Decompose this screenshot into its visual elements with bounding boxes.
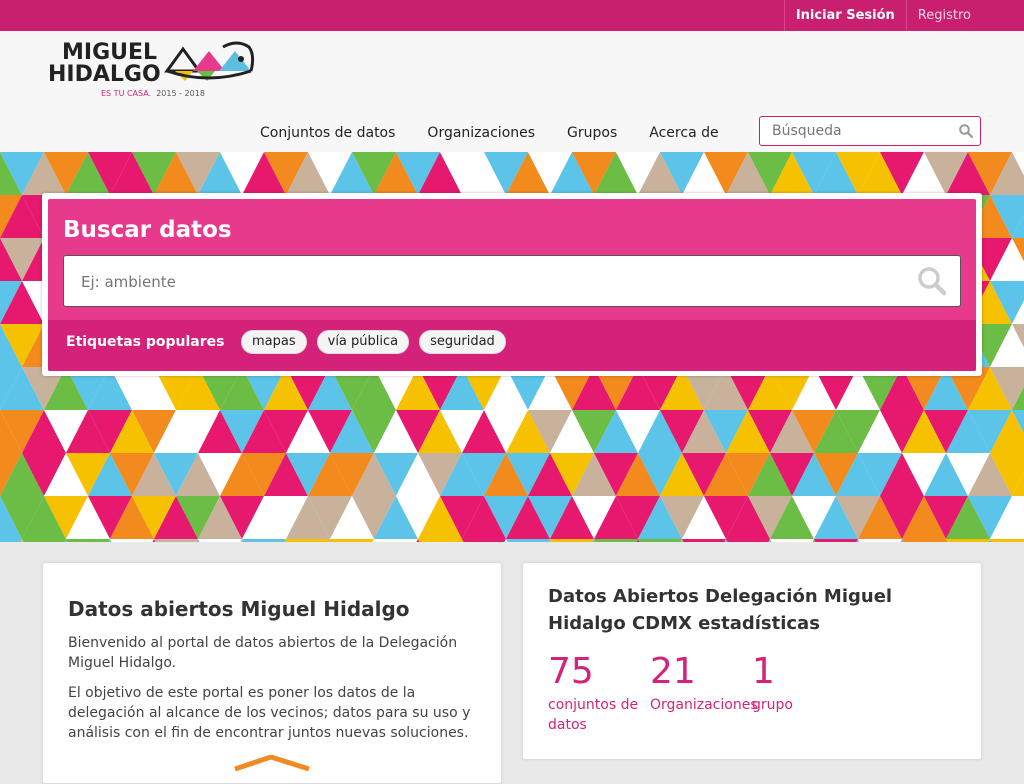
tag-pill[interactable]: vía pública <box>316 330 410 354</box>
pattern-triangle <box>462 539 506 542</box>
site-logo[interactable]: MIGUEL HIDALGO ES TU CASA. 2015 - 2018 <box>48 39 258 101</box>
pattern-triangle <box>66 539 110 542</box>
stat-groups[interactable]: 1 grupo <box>752 651 852 715</box>
pattern-triangle <box>506 539 550 542</box>
orange-shape-decoration <box>234 755 310 772</box>
stat-number: 1 <box>752 651 775 692</box>
stats-title: Datos Abiertos Delegación Miguel Hidalgo… <box>548 586 893 634</box>
stat-organizations[interactable]: 21 Organizaciones <box>650 651 760 715</box>
search-icon[interactable] <box>959 124 973 138</box>
pattern-triangle <box>638 539 682 542</box>
pattern-triangle <box>858 539 902 542</box>
pattern-triangle <box>550 539 594 542</box>
login-link[interactable]: Iniciar Sesión <box>783 0 907 31</box>
stat-label: conjuntos de datos <box>548 697 639 733</box>
search-panel: Buscar datos Etiquetas populares mapas v… <box>42 193 982 376</box>
intro-paragraph-1: Bienvenido al portal de datos abiertos d… <box>68 635 458 671</box>
nav-datasets[interactable]: Conjuntos de datos <box>260 124 395 142</box>
pattern-triangle <box>418 539 462 542</box>
intro-title: Datos abiertos Miguel Hidalgo <box>68 597 410 621</box>
pattern-triangle <box>726 539 770 542</box>
pattern-triangle <box>682 539 726 542</box>
header-search-box <box>759 116 981 146</box>
pattern-triangle <box>990 539 1024 542</box>
pattern-triangle <box>902 539 946 542</box>
pattern-triangle <box>198 539 242 542</box>
masthead: MIGUEL HIDALGO ES TU CASA. 2015 - 2018 C… <box>0 31 1024 152</box>
tag-pill[interactable]: seguridad <box>419 330 506 354</box>
stats-card: Datos Abiertos Delegación Miguel Hidalgo… <box>522 562 982 760</box>
pattern-triangle <box>814 539 858 542</box>
intro-paragraph-2: El objetivo de este portal es poner los … <box>68 685 471 741</box>
pattern-triangle <box>22 539 66 542</box>
pattern-triangle <box>946 539 990 542</box>
stat-number: 21 <box>650 651 696 692</box>
pattern-triangle <box>110 539 154 542</box>
stat-number: 75 <box>548 651 594 692</box>
header-search-input[interactable] <box>770 121 944 141</box>
grasshopper-logo-icon <box>164 41 255 81</box>
stat-label: grupo <box>752 697 793 713</box>
tag-pill[interactable]: mapas <box>241 330 307 354</box>
pattern-triangle <box>242 539 286 542</box>
pattern-triangle <box>770 539 814 542</box>
popular-tags-list: mapas vía pública seguridad <box>241 330 516 354</box>
search-panel-inner: Buscar datos Etiquetas populares mapas v… <box>48 199 976 371</box>
top-account-bar: Iniciar Sesión Registro <box>0 0 1024 31</box>
search-icon[interactable] <box>917 266 947 296</box>
pattern-triangle <box>154 539 198 542</box>
stat-label: Organizaciones <box>650 697 758 713</box>
main-search-input[interactable] <box>79 270 883 294</box>
popular-tags-label: Etiquetas populares <box>66 334 225 350</box>
nav-about[interactable]: Acerca de <box>649 124 718 142</box>
search-heading: Buscar datos <box>63 217 232 243</box>
stat-datasets[interactable]: 75 conjuntos de datos <box>548 651 648 735</box>
logo-line2: HIDALGO <box>48 62 161 87</box>
nav-groups[interactable]: Grupos <box>567 124 617 142</box>
main-search-box <box>63 255 961 307</box>
pattern-triangle <box>286 539 330 542</box>
intro-card: Datos abiertos Miguel Hidalgo Bienvenido… <box>42 562 502 784</box>
register-link[interactable]: Registro <box>907 0 982 31</box>
account-links: Iniciar Sesión Registro <box>783 0 982 31</box>
logo-tagline: ES TU CASA. 2015 - 2018 <box>101 89 205 98</box>
logo-tagline-b: 2015 - 2018 <box>156 89 205 98</box>
logo-tagline-a: ES TU CASA. <box>101 89 152 98</box>
nav-organizations[interactable]: Organizaciones <box>427 124 535 142</box>
pattern-triangle <box>330 539 374 542</box>
pattern-triangle <box>374 539 418 542</box>
main-nav: Conjuntos de datos Organizaciones Grupos… <box>260 124 751 142</box>
pattern-triangle <box>0 539 22 542</box>
pattern-triangle <box>594 539 638 542</box>
popular-tags-bar: Etiquetas populares mapas vía pública se… <box>48 320 976 371</box>
